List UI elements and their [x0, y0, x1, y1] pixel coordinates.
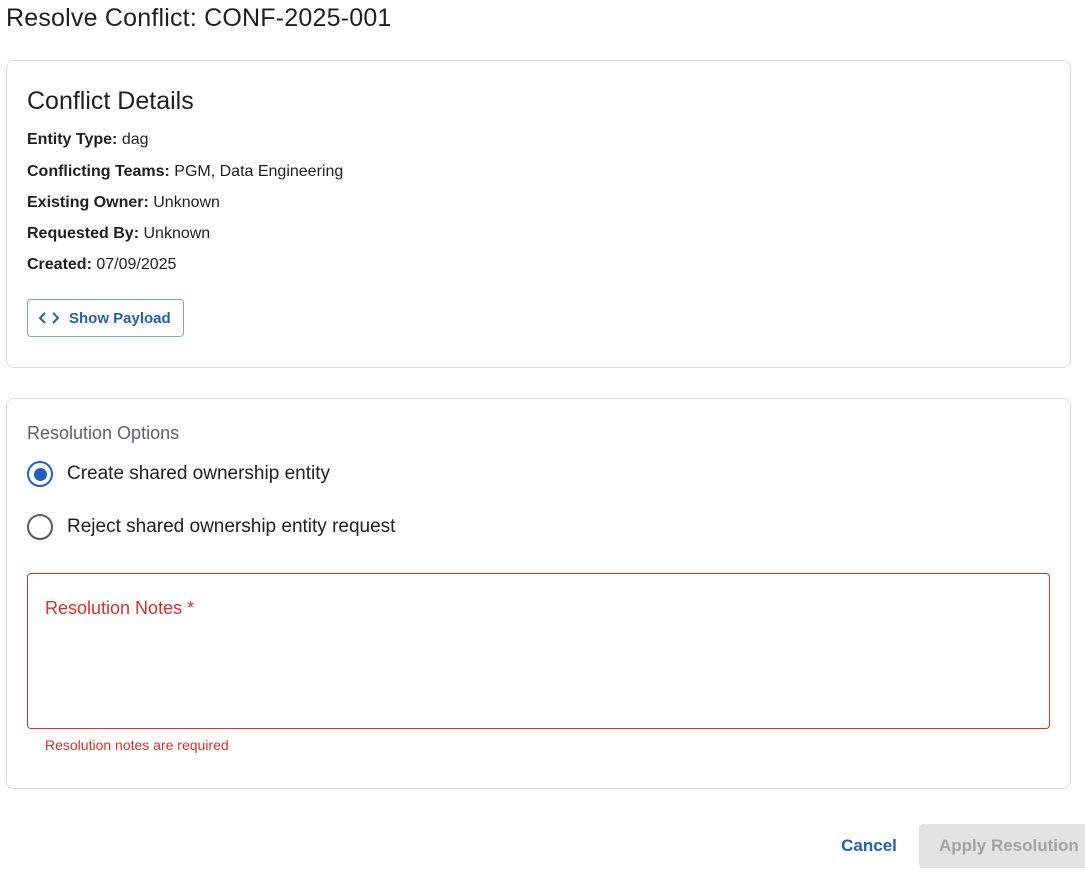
- detail-requested-by-value: Unknown: [143, 225, 211, 242]
- apply-resolution-button[interactable]: Apply Resolution: [919, 824, 1085, 868]
- detail-conflicting-teams-key: Conflicting Teams:: [27, 163, 170, 180]
- detail-entity-type-value: dag: [121, 131, 149, 148]
- radio-unchecked-icon[interactable]: [27, 514, 53, 540]
- conflict-details-heading: Conflict Details: [27, 87, 194, 115]
- dialog-title: Resolve Conflict: CONF-2025-001: [6, 4, 392, 32]
- code-icon: [39, 311, 59, 325]
- detail-created-key: Created:: [27, 256, 92, 273]
- detail-existing-owner-value: Unknown: [153, 194, 220, 211]
- detail-created: Created: 07/09/2025: [27, 256, 176, 274]
- detail-conflicting-teams: Conflicting Teams: PGM, Data Engineering: [27, 163, 343, 181]
- resolution-options-label: Resolution Options: [27, 423, 180, 443]
- resolution-notes-field[interactable]: Resolution Notes *: [27, 573, 1050, 729]
- resolution-notes-textarea[interactable]: [44, 630, 1034, 718]
- detail-entity-type: Entity Type: dag: [27, 131, 149, 149]
- detail-entity-type-key: Entity Type:: [27, 131, 118, 148]
- radio-option-create-shared[interactable]: Create shared ownership entity: [27, 461, 330, 487]
- detail-requested-by-key: Requested By:: [27, 225, 140, 242]
- detail-existing-owner-key: Existing Owner:: [27, 194, 149, 211]
- conflict-details-card: Conflict Details Entity Type: dag Confli…: [6, 60, 1071, 368]
- resolution-notes-error: Resolution notes are required: [45, 737, 229, 753]
- detail-conflicting-teams-value: PGM, Data Engineering: [174, 163, 344, 180]
- detail-created-value: 07/09/2025: [96, 256, 177, 273]
- resolution-card: Resolution Options Create shared ownersh…: [6, 398, 1071, 789]
- radio-option-create-shared-label: Create shared ownership entity: [67, 463, 330, 484]
- cancel-button[interactable]: Cancel: [830, 826, 908, 866]
- show-payload-button[interactable]: Show Payload: [27, 299, 184, 337]
- radio-checked-icon[interactable]: [27, 461, 53, 487]
- detail-requested-by: Requested By: Unknown: [27, 225, 210, 243]
- show-payload-label: Show Payload: [69, 309, 171, 327]
- resolution-notes-label: Resolution Notes *: [45, 598, 195, 618]
- radio-option-reject-request[interactable]: Reject shared ownership entity request: [27, 514, 395, 540]
- detail-existing-owner: Existing Owner: Unknown: [27, 194, 220, 212]
- radio-option-reject-request-label: Reject shared ownership entity request: [67, 516, 396, 537]
